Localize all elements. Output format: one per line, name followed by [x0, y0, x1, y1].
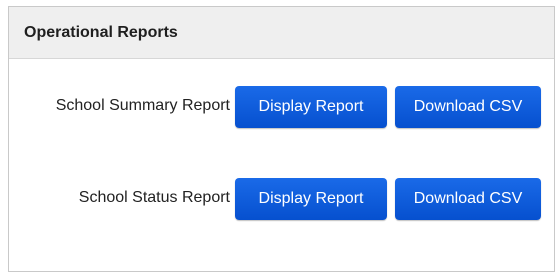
- report-row-school-summary: School Summary Report Display Report Dow…: [9, 86, 554, 128]
- download-csv-button-school-summary[interactable]: Download CSV: [395, 86, 541, 128]
- download-csv-button-school-status[interactable]: Download CSV: [395, 178, 541, 220]
- report-label-school-status: School Status Report: [78, 189, 230, 206]
- report-row-school-status: School Status Report Display Report Down…: [9, 178, 554, 220]
- report-label-school-summary: School Summary Report: [55, 97, 230, 114]
- display-report-button-school-summary[interactable]: Display Report: [235, 86, 387, 128]
- panel-title: Operational Reports: [24, 23, 178, 41]
- operational-reports-panel: Operational Reports School Summary Repor…: [8, 6, 555, 272]
- display-report-button-school-status[interactable]: Display Report: [235, 178, 387, 220]
- panel-header: Operational Reports: [9, 7, 554, 59]
